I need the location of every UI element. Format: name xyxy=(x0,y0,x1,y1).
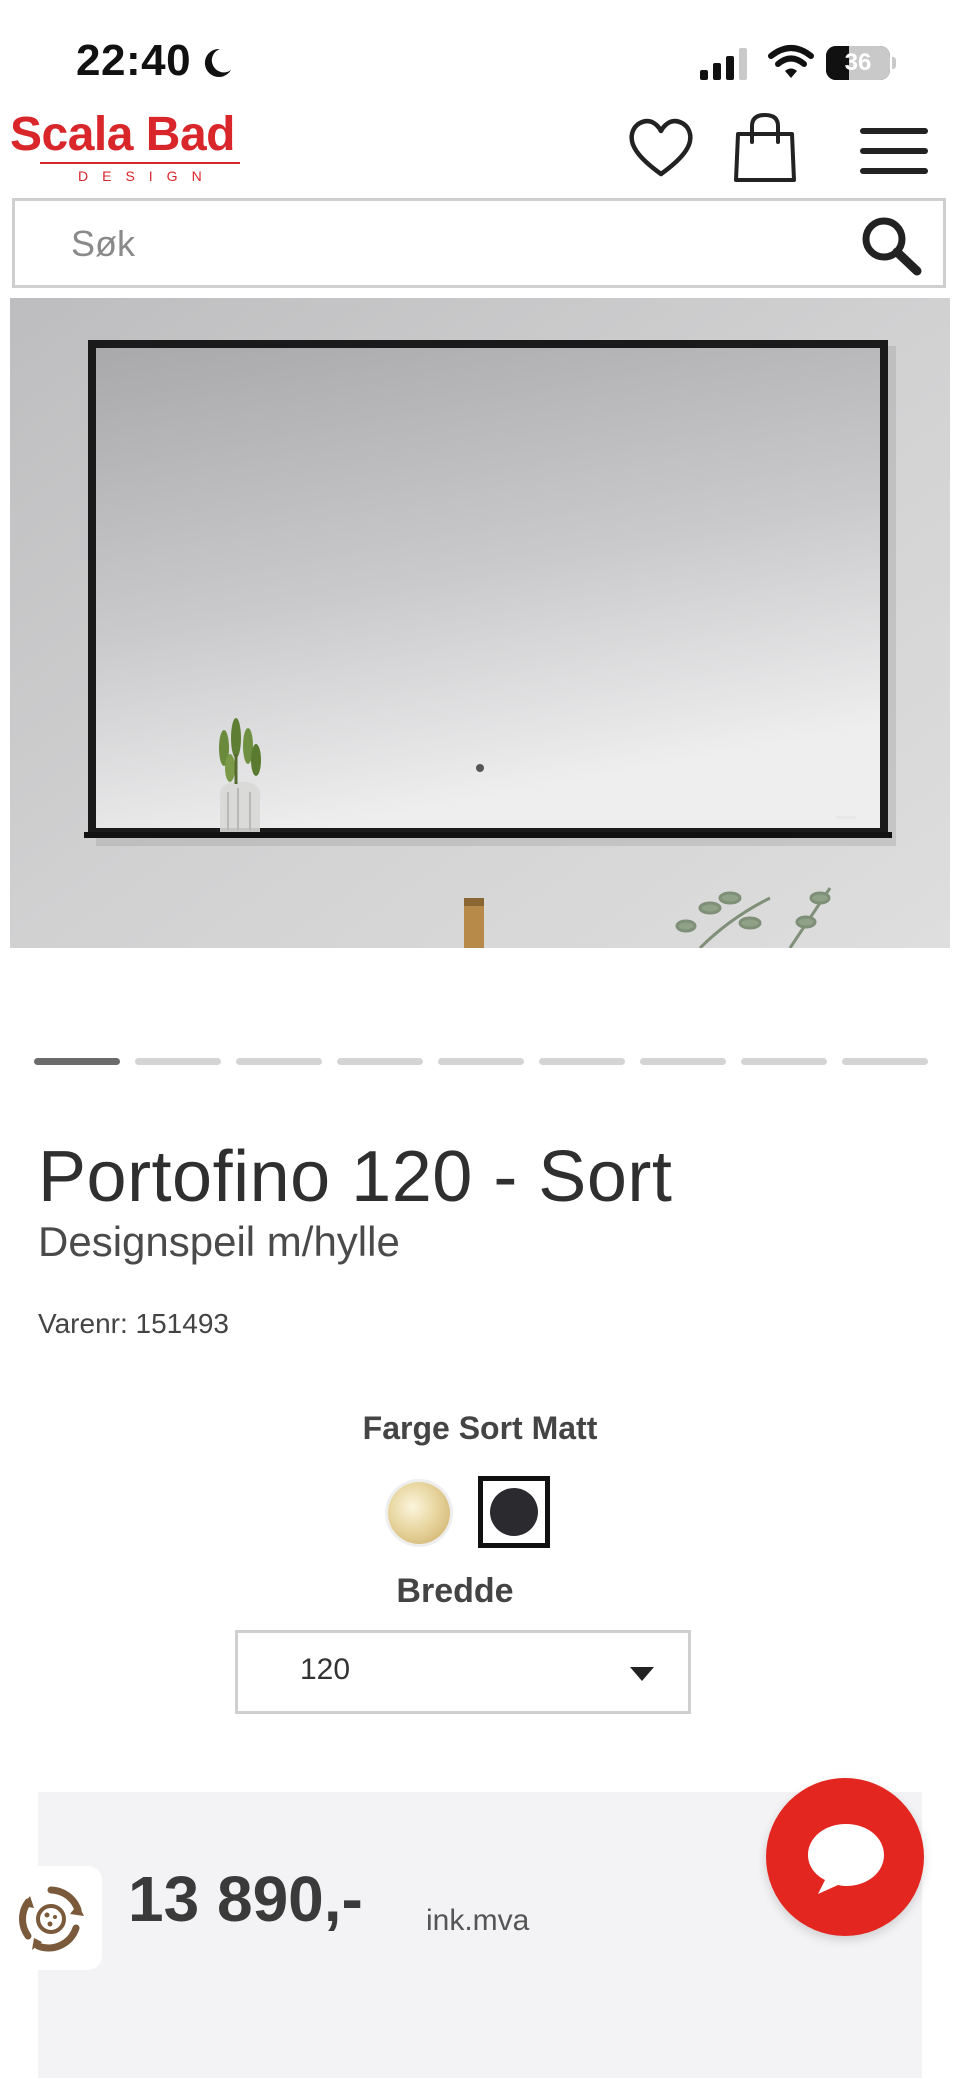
shopping-bag-icon[interactable] xyxy=(732,112,798,184)
color-option-label: Farge Sort Matt xyxy=(0,1410,960,1460)
gallery-pager-dot[interactable] xyxy=(438,1058,524,1065)
hamburger-menu-icon[interactable] xyxy=(858,126,930,176)
product-price: 13 890,- xyxy=(128,1863,363,1935)
gallery-pager-dot[interactable] xyxy=(741,1058,827,1065)
chat-bubble-icon xyxy=(808,1824,884,1894)
scala-bad-logo[interactable]: Scala Bad DESIGN xyxy=(10,110,270,194)
chevron-down-icon xyxy=(630,1667,654,1681)
gallery-pager-dot[interactable] xyxy=(34,1058,120,1065)
color-swatch-gold[interactable] xyxy=(388,1482,450,1544)
gallery-pager-dot[interactable] xyxy=(539,1058,625,1065)
color-swatch-black[interactable] xyxy=(478,1476,550,1548)
color-label: Farge xyxy=(362,1410,450,1446)
gallery-pager-dot[interactable] xyxy=(236,1058,322,1065)
color-value: Sort Matt xyxy=(458,1410,598,1446)
eco-badge[interactable] xyxy=(0,1866,102,1970)
moon-icon xyxy=(204,48,231,77)
battery-indicator: 36 xyxy=(826,46,896,80)
gallery-pager-dot[interactable] xyxy=(135,1058,221,1065)
color-swatch-black-dot xyxy=(490,1488,538,1536)
product-title: Portofino 120 - Sort xyxy=(38,1137,673,1217)
site-header: Scala Bad DESIGN xyxy=(0,110,960,194)
product-subtitle: Designspeil m/hylle xyxy=(38,1218,400,1265)
status-bar: 22:40 36 xyxy=(0,0,960,110)
wishlist-heart-icon[interactable] xyxy=(626,116,696,180)
search-icon[interactable] xyxy=(859,215,925,277)
mirror-photo xyxy=(10,298,950,948)
width-select[interactable]: 120 xyxy=(235,1630,691,1714)
gallery-pager-dot[interactable] xyxy=(337,1058,423,1065)
vat-note: ink.mva xyxy=(426,1904,530,1937)
logo-subtext: DESIGN xyxy=(78,168,216,184)
cellular-signal-icon xyxy=(700,48,747,80)
gallery-pager xyxy=(34,1058,928,1066)
gallery-pager-dot[interactable] xyxy=(640,1058,726,1065)
search-input[interactable] xyxy=(71,219,831,269)
gallery-pager-dot[interactable] xyxy=(842,1058,928,1065)
recycle-icon xyxy=(19,1886,84,1952)
product-sku: Varenr: 151493 xyxy=(38,1308,229,1340)
wifi-icon xyxy=(768,45,814,78)
width-select-value: 120 xyxy=(300,1653,351,1686)
width-label: Bredde xyxy=(396,1572,514,1610)
status-time: 22:40 xyxy=(76,36,192,85)
sku-value: 151493 xyxy=(135,1308,229,1339)
product-image[interactable] xyxy=(10,298,950,948)
battery-percent: 36 xyxy=(844,49,872,76)
sku-label: Varenr: xyxy=(38,1308,128,1339)
chat-button[interactable] xyxy=(766,1778,924,1936)
logo-text: Scala Bad xyxy=(10,108,235,161)
logo-divider xyxy=(40,162,240,164)
search-bar xyxy=(12,198,946,288)
